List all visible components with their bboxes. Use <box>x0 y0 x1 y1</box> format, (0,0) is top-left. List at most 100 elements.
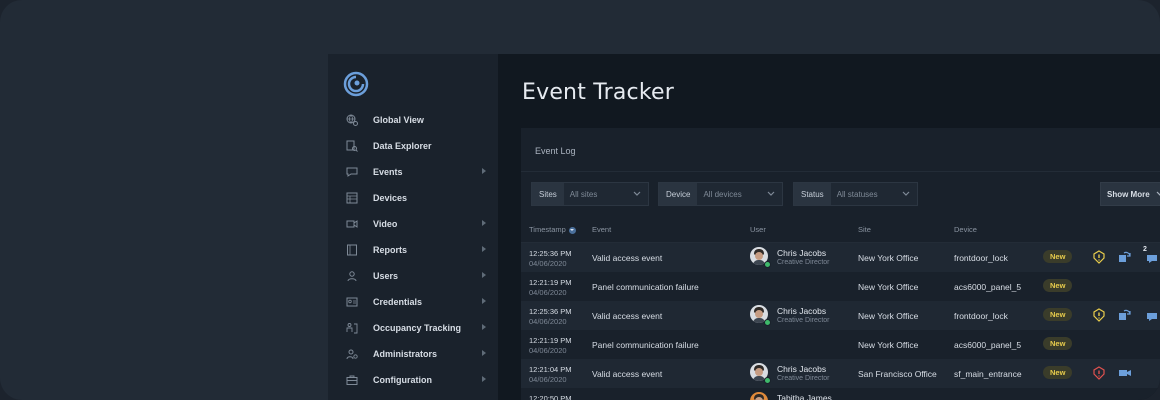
chevron-right-icon[interactable] <box>482 350 486 356</box>
app-logo-icon[interactable] <box>343 71 369 97</box>
event-name: Valid access event <box>592 253 663 263</box>
timestamp-time: 12:21:19 PM <box>529 336 572 345</box>
sort-desc-icon[interactable] <box>568 226 576 234</box>
chevron-down-icon <box>1156 191 1160 196</box>
sidebar-item-label: Data Explorer <box>373 141 432 151</box>
site-name: New York Office <box>858 340 919 350</box>
sidebar-item-configuration[interactable]: Configuration <box>328 367 498 393</box>
table-row[interactable]: 12:21:19 PM 04/06/2020 Panel communication… <box>521 272 1160 301</box>
table-row[interactable]: 12:21:19 PM 04/06/2020 Panel communication… <box>521 330 1160 359</box>
online-status-dot <box>764 261 771 268</box>
video-camera-icon <box>345 217 359 231</box>
table-row[interactable]: 12:25:36 PM 04/06/2020 Valid access event C… <box>521 243 1160 272</box>
column-header-user[interactable]: User <box>750 225 766 234</box>
video-camera-icon[interactable] <box>1118 366 1132 380</box>
chevron-right-icon[interactable] <box>482 298 486 304</box>
device-name[interactable]: acs6000_panel_5 <box>954 340 1021 350</box>
danger-alert-icon[interactable] <box>1092 366 1106 380</box>
event-log-panel: Event Log Sites All sites Device All dev… <box>521 128 1160 400</box>
chevron-down-icon <box>632 183 642 205</box>
sidebar-item-events[interactable]: Events <box>328 159 498 185</box>
background-frame: Global View Data Explorer Events Devices Vid… <box>0 0 1160 400</box>
status-badge: New <box>1043 250 1073 263</box>
sidebar-item-video[interactable]: Video <box>328 211 498 237</box>
chevron-right-icon[interactable] <box>482 272 486 278</box>
online-status-dot <box>764 319 771 326</box>
sites-filter-value: All sites <box>569 189 598 199</box>
column-header-timestamp[interactable]: Timestamp <box>529 225 576 234</box>
site-name: New York Office <box>858 282 919 292</box>
table-row[interactable]: 12:25:36 PM 04/06/2020 Valid access event C… <box>521 301 1160 330</box>
sidebar-item-data-explorer[interactable]: Data Explorer <box>328 133 498 159</box>
message-icon <box>345 165 359 179</box>
column-header-device[interactable]: Device <box>954 225 977 234</box>
event-name: Valid access event <box>592 311 663 321</box>
sidebar-item-occupancy-tracking[interactable]: Occupancy Tracking <box>328 315 498 341</box>
table-row[interactable]: 12:21:04 PM 04/06/2020 Valid access event C… <box>521 359 1160 388</box>
status-badge: New <box>1043 337 1073 350</box>
divider <box>521 171 1160 172</box>
comments-icon[interactable] <box>1144 308 1158 322</box>
chevron-right-icon[interactable] <box>482 376 486 382</box>
sites-filter-label: Sites <box>532 183 564 205</box>
sidebar-item-label: Administrators <box>373 349 438 359</box>
device-name[interactable]: frontdoor_lock <box>954 253 1008 263</box>
sidebar-item-global-view[interactable]: Global View <box>328 107 498 133</box>
event-name: Valid access event <box>592 369 663 379</box>
column-header-site[interactable]: Site <box>858 225 871 234</box>
device-name[interactable]: sf_main_entrance <box>954 369 1022 379</box>
timestamp-date: 04/06/2020 <box>529 259 567 268</box>
sidebar-item-reports[interactable]: Reports <box>328 237 498 263</box>
sidebar-item-credentials[interactable]: Credentials <box>328 289 498 315</box>
sidebar-item-label: Occupancy Tracking <box>373 323 462 333</box>
reports-icon <box>345 243 359 257</box>
timestamp-time: 12:25:36 PM <box>529 307 572 316</box>
sidebar-item-label: Video <box>373 219 398 229</box>
sync-devices-icon[interactable] <box>1118 308 1132 322</box>
sync-devices-icon[interactable] <box>1118 250 1132 264</box>
sidebar: Global View Data Explorer Events Devices Vid… <box>328 54 498 400</box>
device-filter-label: Device <box>659 183 698 205</box>
sidebar-item-devices[interactable]: Devices <box>328 185 498 211</box>
timestamp-date: 04/06/2020 <box>529 346 567 355</box>
user-name[interactable]: Chris Jacobs <box>777 306 826 316</box>
avatar[interactable] <box>750 392 768 400</box>
warning-alert-icon[interactable] <box>1092 250 1106 264</box>
chevron-right-icon[interactable] <box>482 168 486 174</box>
device-name[interactable]: acs6000_panel_5 <box>954 282 1021 292</box>
device-filter[interactable]: Device All devices <box>658 182 783 206</box>
chevron-right-icon[interactable] <box>482 324 486 330</box>
data-search-icon <box>345 139 359 153</box>
status-filter[interactable]: Status All statuses <box>793 182 918 206</box>
sidebar-item-administrators[interactable]: Administrators <box>328 341 498 367</box>
sidebar-item-label: Events <box>373 167 403 177</box>
page-title: Event Tracker <box>522 80 674 105</box>
devices-icon <box>345 191 359 205</box>
online-status-dot <box>764 377 771 384</box>
chevron-right-icon[interactable] <box>482 246 486 252</box>
warning-alert-icon[interactable] <box>1092 308 1106 322</box>
chevron-down-icon <box>901 183 911 205</box>
table-row[interactable]: 12:20:50 PM Tabitha James <box>521 388 1160 400</box>
globe-gear-icon <box>345 113 359 127</box>
user-name[interactable]: Chris Jacobs <box>777 248 826 258</box>
timestamp-date: 04/06/2020 <box>529 317 567 326</box>
administrators-icon <box>345 347 359 361</box>
app-window: Global View Data Explorer Events Devices Vid… <box>328 54 1160 400</box>
sidebar-item-users[interactable]: Users <box>328 263 498 289</box>
show-more-button[interactable]: Show More <box>1100 182 1160 206</box>
briefcase-icon <box>345 373 359 387</box>
user-name[interactable]: Tabitha James <box>777 393 832 400</box>
chevron-right-icon[interactable] <box>482 220 486 226</box>
event-name: Panel communication failure <box>592 340 699 350</box>
device-name[interactable]: frontdoor_lock <box>954 311 1008 321</box>
user-role: Creative Director <box>777 259 830 266</box>
user-name[interactable]: Chris Jacobs <box>777 364 826 374</box>
sidebar-nav: Global View Data Explorer Events Devices Vid… <box>328 107 498 393</box>
column-header-event[interactable]: Event <box>592 225 611 234</box>
occupancy-icon <box>345 321 359 335</box>
sites-filter[interactable]: Sites All sites <box>531 182 649 206</box>
panel-title: Event Log <box>535 146 576 156</box>
timestamp-date: 04/06/2020 <box>529 375 567 384</box>
site-name: New York Office <box>858 253 919 263</box>
